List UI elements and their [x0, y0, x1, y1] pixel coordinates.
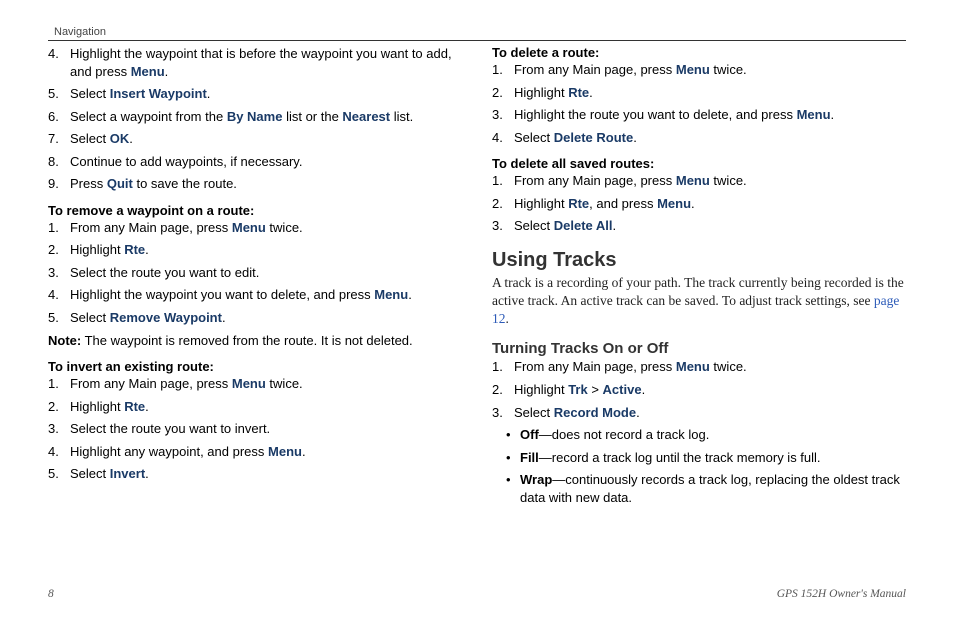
- procedure-invert-route: From any Main page, press Menu twice. Hi…: [48, 375, 462, 483]
- section-body: A track is a recording of your path. The…: [492, 274, 906, 329]
- procedure-title: To invert an existing route:: [48, 359, 462, 374]
- procedure-remove-waypoint: From any Main page, press Menu twice. Hi…: [48, 219, 462, 327]
- list-item: Highlight Trk > Active.: [492, 381, 906, 399]
- list-item: From any Main page, press Menu twice.: [48, 375, 462, 393]
- header-rule: [48, 40, 906, 41]
- list-item: From any Main page, press Menu twice.: [48, 219, 462, 237]
- bullet-item: Fill—record a track log until the track …: [492, 449, 906, 467]
- bullet-item: Wrap—continuously records a track log, r…: [492, 471, 906, 506]
- list-item: Highlight the route you want to delete, …: [492, 106, 906, 124]
- list-item: Select OK.: [48, 130, 462, 148]
- list-item: Highlight any waypoint, and press Menu.: [48, 443, 462, 461]
- content-columns: Highlight the waypoint that is before th…: [48, 45, 906, 511]
- list-item: Select Invert.: [48, 465, 462, 483]
- subhead-turning-tracks: Turning Tracks On or Off: [492, 340, 906, 357]
- list-item: From any Main page, press Menu twice.: [492, 172, 906, 190]
- list-item: Highlight the waypoint that is before th…: [48, 45, 462, 80]
- list-item: Highlight Rte.: [492, 84, 906, 102]
- list-item: Select Insert Waypoint.: [48, 85, 462, 103]
- procedure-title: To delete a route:: [492, 45, 906, 60]
- procedure-delete-route: From any Main page, press Menu twice. Hi…: [492, 61, 906, 146]
- list-item: Select the route you want to edit.: [48, 264, 462, 282]
- list-item: From any Main page, press Menu twice.: [492, 61, 906, 79]
- procedure-delete-all-routes: From any Main page, press Menu twice. Hi…: [492, 172, 906, 235]
- left-column: Highlight the waypoint that is before th…: [48, 45, 462, 511]
- list-item: Highlight Rte.: [48, 398, 462, 416]
- list-item: Select a waypoint from the By Name list …: [48, 108, 462, 126]
- list-item: Select Record Mode.: [492, 404, 906, 422]
- list-item: Highlight Rte, and press Menu.: [492, 195, 906, 213]
- procedure-title: To remove a waypoint on a route:: [48, 203, 462, 218]
- manual-title: GPS 152H Owner's Manual: [777, 588, 906, 600]
- list-item: Select Delete All.: [492, 217, 906, 235]
- steps-continued: Highlight the waypoint that is before th…: [48, 45, 462, 193]
- list-item: Select Delete Route.: [492, 129, 906, 147]
- record-mode-bullets: Off—does not record a track log. Fill—re…: [492, 426, 906, 506]
- list-item: From any Main page, press Menu twice.: [492, 358, 906, 376]
- list-item: Highlight Rte.: [48, 241, 462, 259]
- note: Note: The waypoint is removed from the r…: [48, 332, 462, 350]
- procedure-turning-tracks: From any Main page, press Menu twice. Hi…: [492, 358, 906, 421]
- right-column: To delete a route: From any Main page, p…: [492, 45, 906, 511]
- list-item: Continue to add waypoints, if necessary.: [48, 153, 462, 171]
- list-item: Select the route you want to invert.: [48, 420, 462, 438]
- page-number: 8: [48, 588, 54, 600]
- list-item: Press Quit to save the route.: [48, 175, 462, 193]
- list-item: Highlight the waypoint you want to delet…: [48, 286, 462, 304]
- page-footer: 8 GPS 152H Owner's Manual: [48, 588, 906, 600]
- list-item: Select Remove Waypoint.: [48, 309, 462, 327]
- procedure-title: To delete all saved routes:: [492, 156, 906, 171]
- page-header: Navigation: [48, 26, 906, 38]
- bullet-item: Off—does not record a track log.: [492, 426, 906, 444]
- section-title-using-tracks: Using Tracks: [492, 249, 906, 272]
